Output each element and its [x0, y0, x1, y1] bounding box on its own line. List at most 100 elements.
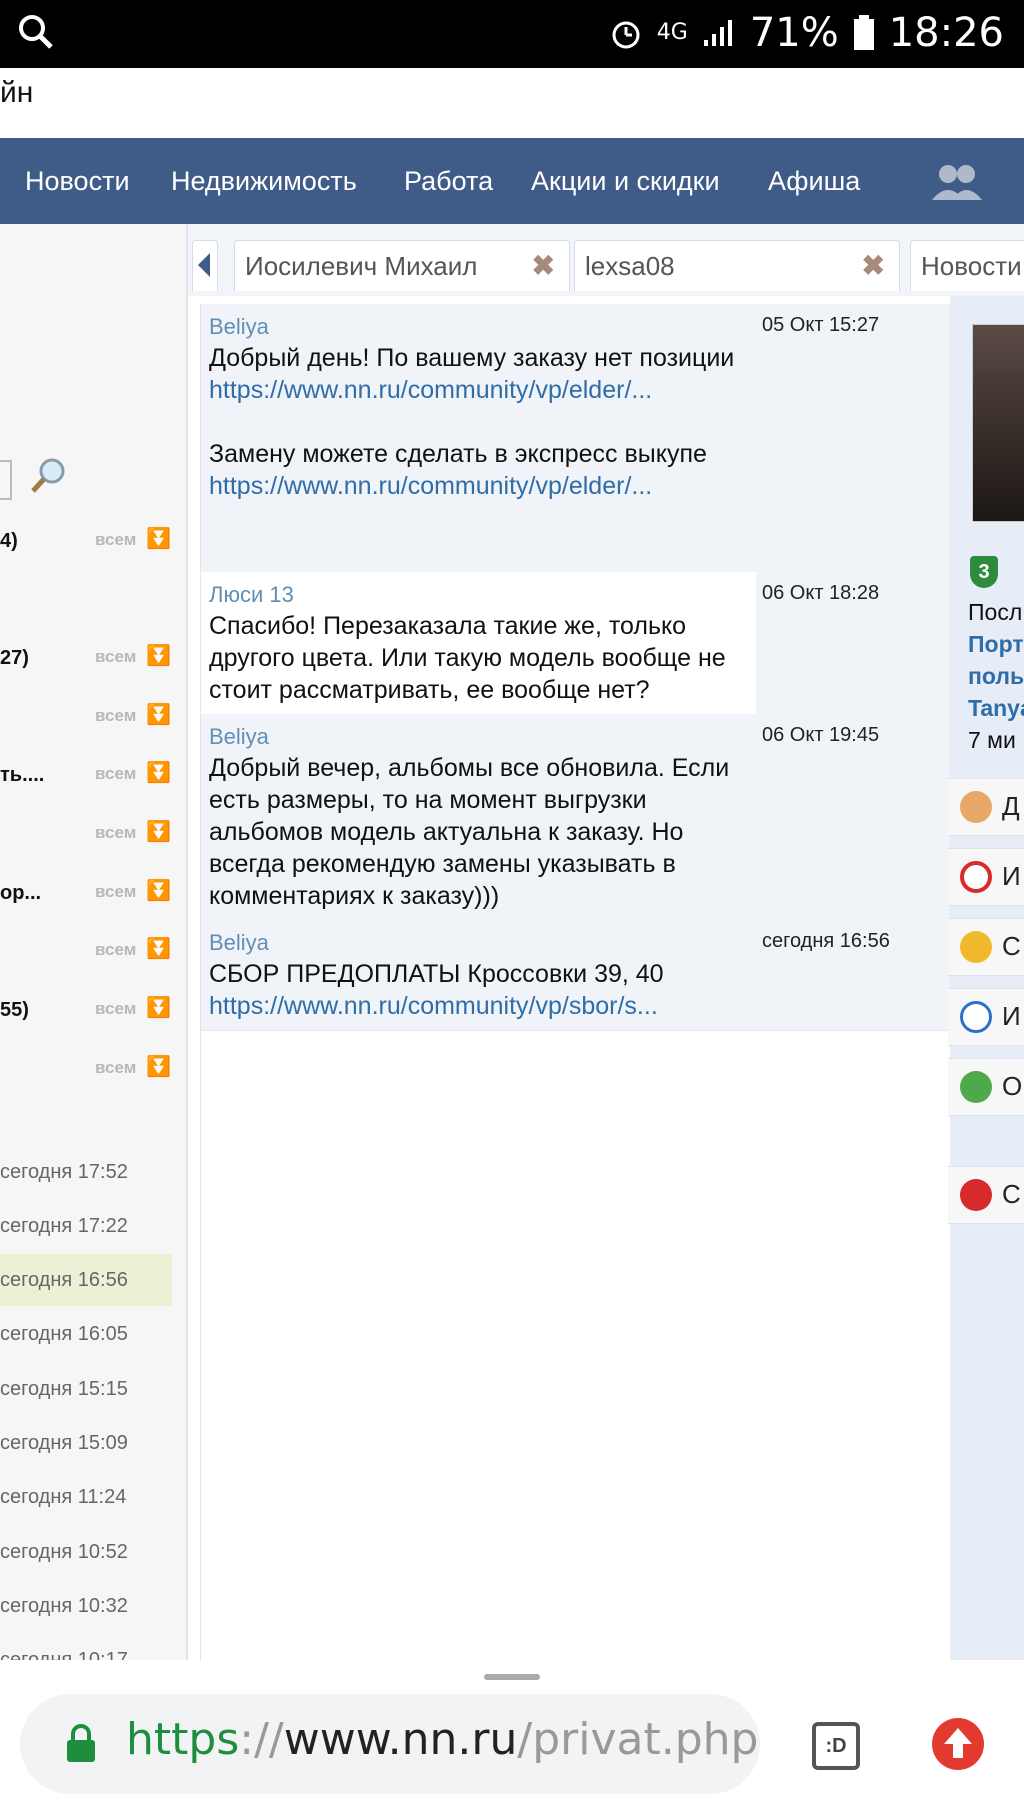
list-item-time[interactable]: сегодня 17:52: [0, 1146, 172, 1198]
tab-chat[interactable]: lexsa08 ✖: [574, 240, 900, 291]
message-text: Спасибо! Перезаказала такие же, только д…: [209, 612, 726, 704]
list-item[interactable]: всем ⏬: [0, 1048, 186, 1092]
magnifier-icon[interactable]: [28, 456, 68, 496]
message-date: 06 Окт 19:45: [756, 714, 951, 920]
list-item[interactable]: всем ⏬: [0, 696, 186, 740]
list-item[interactable]: ть.... всем ⏬: [0, 754, 186, 798]
message-date: 06 Окт 18:28: [756, 572, 951, 714]
ignore-button[interactable]: И: [948, 848, 1024, 906]
nav-item-news[interactable]: Новости: [25, 138, 130, 224]
message-text: Добрый вечер, альбомы все обновила. Если…: [209, 754, 730, 910]
message-body: Beliya Добрый день! По вашему заказу нет…: [201, 304, 756, 502]
nav-item-jobs[interactable]: Работа: [404, 138, 493, 224]
add-user-icon: [960, 791, 992, 823]
list-item-time[interactable]: сегодня 15:09: [0, 1417, 172, 1469]
list-item-time[interactable]: сегодня 17:22: [0, 1200, 172, 1252]
clock: 18:26: [888, 10, 1004, 56]
site-header-strip: йн: [0, 68, 1024, 138]
double-chevron-down-icon: ⏬: [146, 1056, 171, 1078]
list-item-time[interactable]: сегодня 10:32: [0, 1580, 172, 1632]
message-text: Замену можете сделать в экспресс выкупе: [209, 440, 707, 468]
message-body: Люси 13 Спасибо! Перезаказала такие же, …: [201, 572, 756, 706]
message-text: [209, 406, 748, 438]
rate-button[interactable]: С: [948, 918, 1024, 976]
double-chevron-down-icon: ⏬: [146, 880, 171, 902]
block-icon: [960, 861, 992, 893]
scroll-up-button[interactable]: [932, 1718, 984, 1770]
clock-icon: [960, 1001, 992, 1033]
double-chevron-down-icon: ⏬: [146, 821, 171, 843]
message-list: Beliya Добрый день! По вашему заказу нет…: [200, 304, 951, 1660]
list-item[interactable]: всем ⏬: [0, 930, 186, 974]
battery-percent: 71%: [749, 10, 839, 56]
user-info-text: Посл Порт поль Tanya 7 ми: [968, 599, 1024, 753]
nav-item-deals[interactable]: Акции и скидки: [531, 138, 720, 224]
message-author[interactable]: Beliya: [209, 722, 748, 752]
conversation-list-panel: 4) всем ⏬ 27) всем ⏬ всем ⏬ ть.... всем ⏬ всем ⏬…: [0, 224, 188, 1671]
double-chevron-down-icon: ⏬: [146, 762, 171, 784]
tab-chat[interactable]: Иосилевич Михаил ✖: [234, 240, 570, 291]
list-item[interactable]: всем ⏬: [0, 813, 186, 857]
add-friend-button[interactable]: Д: [948, 778, 1024, 836]
message-body: Beliya СБОР ПРЕДОПЛАТЫ Кроссовки 39, 40 …: [201, 920, 756, 1022]
history-button[interactable]: И: [948, 988, 1024, 1046]
list-item-time[interactable]: сегодня 16:05: [0, 1308, 172, 1360]
user-photo[interactable]: [972, 324, 1024, 522]
message-link[interactable]: https://www.nn.ru/community/vp/sbor/s...: [209, 990, 748, 1022]
double-chevron-down-icon: ⏬: [146, 997, 171, 1019]
message-author[interactable]: Beliya: [209, 928, 748, 958]
message: Beliya Добрый вечер, альбомы все обновил…: [201, 714, 951, 921]
double-chevron-down-icon: ⏬: [146, 528, 171, 550]
refresh-icon: [960, 1071, 992, 1103]
arrow-up-icon: [944, 1728, 972, 1758]
list-item-time[interactable]: сегодня 10:52: [0, 1526, 172, 1578]
delete-button[interactable]: С: [948, 1166, 1024, 1224]
close-icon[interactable]: ✖: [532, 249, 555, 282]
list-item-time[interactable]: сегодня 15:15: [0, 1363, 172, 1415]
double-chevron-down-icon: ⏬: [146, 938, 171, 960]
search-icon[interactable]: [18, 14, 54, 50]
message-link[interactable]: https://www.nn.ru/community/vp/elder/...: [209, 374, 748, 406]
chat-tab-bar: Иосилевич Михаил ✖ lexsa08 ✖ Новости: [188, 224, 1024, 296]
message: Люси 13 Спасибо! Перезаказала такие же, …: [201, 572, 951, 715]
tab-scroll-left-button[interactable]: [192, 240, 218, 291]
battery-icon: [853, 15, 874, 50]
main-nav: Новости Недвижимость Работа Акции и скид…: [0, 138, 1024, 224]
tabs-switcher-button[interactable]: :D: [812, 1722, 860, 1770]
message-date: 05 Окт 15:27: [756, 304, 951, 572]
tab-chat[interactable]: Новости: [910, 240, 1024, 291]
message-text: СБОР ПРЕДОПЛАТЫ Кроссовки 39, 40: [209, 960, 664, 988]
close-icon[interactable]: ✖: [862, 249, 885, 282]
nav-item-realty[interactable]: Недвижимость: [171, 138, 357, 224]
message-body: Beliya Добрый вечер, альбомы все обновил…: [201, 714, 756, 912]
toolbar-handle[interactable]: [484, 1674, 540, 1680]
message-author[interactable]: Люси 13: [209, 580, 748, 610]
alarm-icon: [612, 21, 640, 49]
double-chevron-down-icon: ⏬: [146, 645, 171, 667]
message-author[interactable]: Beliya: [209, 312, 748, 342]
signal-icon: [703, 20, 732, 46]
site-title-fragment: йн: [0, 76, 34, 109]
list-item[interactable]: 4) всем ⏬: [0, 520, 186, 564]
arrow-left-icon: [198, 253, 210, 277]
message: Beliya Добрый день! По вашему заказу нет…: [201, 304, 951, 573]
lock-icon: [67, 1724, 95, 1762]
double-chevron-down-icon: ⏬: [146, 704, 171, 726]
rank-badge: 3: [970, 556, 998, 588]
list-item-time-selected[interactable]: сегодня 16:56: [0, 1254, 172, 1306]
refresh-button[interactable]: О: [948, 1058, 1024, 1116]
search-input[interactable]: [0, 460, 12, 500]
list-item[interactable]: 27) всем ⏬: [0, 637, 186, 681]
message-date: сегодня 16:56: [756, 920, 951, 1030]
list-item-time[interactable]: сегодня 11:24: [0, 1471, 172, 1523]
award-icon: [960, 931, 992, 963]
message: Beliya СБОР ПРЕДОПЛАТЫ Кроссовки 39, 40 …: [201, 920, 951, 1031]
close-circle-icon: [960, 1179, 992, 1211]
list-item[interactable]: ор... всем ⏬: [0, 872, 186, 916]
list-item[interactable]: 55) всем ⏬: [0, 989, 186, 1033]
users-icon[interactable]: [930, 162, 984, 202]
url-text[interactable]: https://www.nn.ru/privat.php: [126, 1714, 758, 1765]
message-link[interactable]: https://www.nn.ru/community/vp/elder/...: [209, 470, 748, 502]
message-text: Добрый день! По вашему заказу нет позици…: [209, 344, 735, 372]
nav-item-afisha[interactable]: Афиша: [768, 138, 860, 224]
